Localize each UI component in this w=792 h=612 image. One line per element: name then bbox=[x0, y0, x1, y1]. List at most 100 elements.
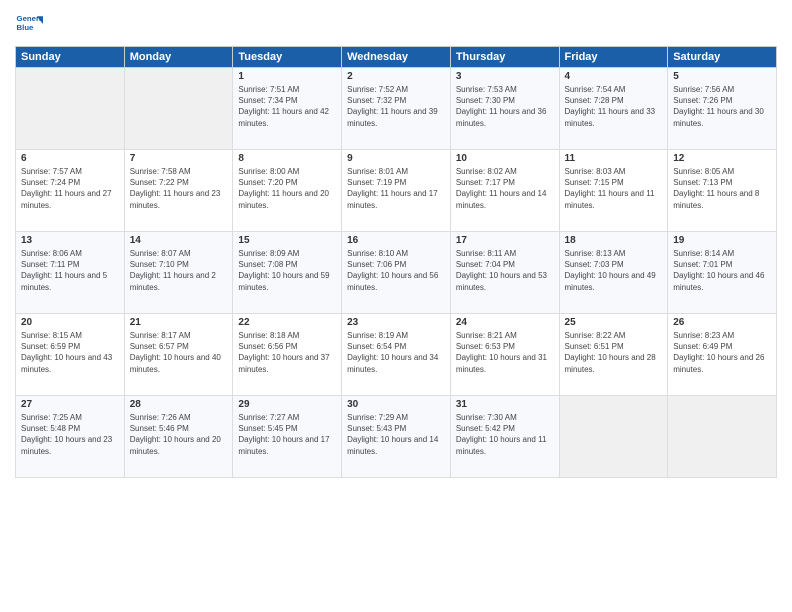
calendar-cell: 2 Sunrise: 7:52 AMSunset: 7:32 PMDaylight… bbox=[342, 68, 451, 150]
calendar-table: Sunday Monday Tuesday Wednesday Thursday… bbox=[15, 46, 777, 478]
calendar-cell: 29Sunrise: 7:27 AMSunset: 5:45 PMDayligh… bbox=[233, 396, 342, 478]
day-number: 14 bbox=[130, 235, 228, 246]
calendar-cell: 4 Sunrise: 7:54 AMSunset: 7:28 PMDaylight… bbox=[559, 68, 668, 150]
day-info: Sunrise: 7:26 AMSunset: 5:46 PMDaylight:… bbox=[130, 412, 228, 457]
day-number: 24 bbox=[456, 317, 554, 328]
day-info: Sunrise: 7:54 AMSunset: 7:28 PMDaylight:… bbox=[565, 84, 663, 129]
calendar-cell: 16 Sunrise: 8:10 AMSunset: 7:06 PMDayligh… bbox=[342, 232, 451, 314]
day-number: 1 bbox=[238, 71, 336, 82]
day-number: 27 bbox=[21, 399, 119, 410]
header-friday: Friday bbox=[559, 47, 668, 68]
day-info: Sunrise: 7:58 AMSunset: 7:22 PMDaylight:… bbox=[130, 166, 228, 211]
day-number: 6 bbox=[21, 153, 119, 164]
day-number: 7 bbox=[130, 153, 228, 164]
calendar-cell: 31 Sunrise: 7:30 AMSunset: 5:42 PMDayligh… bbox=[450, 396, 559, 478]
header-row: Sunday Monday Tuesday Wednesday Thursday… bbox=[16, 47, 777, 68]
calendar-cell: 14 Sunrise: 8:07 AMSunset: 7:10 PMDayligh… bbox=[124, 232, 233, 314]
day-info: Sunrise: 8:14 AMSunset: 7:01 PMDaylight:… bbox=[673, 248, 771, 293]
day-number: 31 bbox=[456, 399, 554, 410]
calendar-cell: 25 Sunrise: 8:22 AMSunset: 6:51 PMDayligh… bbox=[559, 314, 668, 396]
header-tuesday: Tuesday bbox=[233, 47, 342, 68]
day-number: 25 bbox=[565, 317, 663, 328]
calendar-cell: 13Sunrise: 8:06 AMSunset: 7:11 PMDayligh… bbox=[16, 232, 125, 314]
day-number: 16 bbox=[347, 235, 445, 246]
day-info: Sunrise: 8:15 AMSunset: 6:59 PMDaylight:… bbox=[21, 330, 119, 375]
day-number: 17 bbox=[456, 235, 554, 246]
day-number: 10 bbox=[456, 153, 554, 164]
day-number: 26 bbox=[673, 317, 771, 328]
header-monday: Monday bbox=[124, 47, 233, 68]
calendar-cell: 18 Sunrise: 8:13 AMSunset: 7:03 PMDayligh… bbox=[559, 232, 668, 314]
calendar-cell bbox=[16, 68, 125, 150]
day-info: Sunrise: 8:11 AMSunset: 7:04 PMDaylight:… bbox=[456, 248, 554, 293]
header-wednesday: Wednesday bbox=[342, 47, 451, 68]
day-info: Sunrise: 8:17 AMSunset: 6:57 PMDaylight:… bbox=[130, 330, 228, 375]
header: General Blue bbox=[15, 10, 777, 38]
day-info: Sunrise: 8:23 AMSunset: 6:49 PMDaylight:… bbox=[673, 330, 771, 375]
day-info: Sunrise: 8:02 AMSunset: 7:17 PMDaylight:… bbox=[456, 166, 554, 211]
calendar-cell: 17 Sunrise: 8:11 AMSunset: 7:04 PMDayligh… bbox=[450, 232, 559, 314]
calendar-cell: 10 Sunrise: 8:02 AMSunset: 7:17 PMDayligh… bbox=[450, 150, 559, 232]
day-info: Sunrise: 8:18 AMSunset: 6:56 PMDaylight:… bbox=[238, 330, 336, 375]
day-number: 3 bbox=[456, 71, 554, 82]
day-info: Sunrise: 7:25 AMSunset: 5:48 PMDaylight:… bbox=[21, 412, 119, 457]
calendar-cell: 9 Sunrise: 8:01 AMSunset: 7:19 PMDaylight… bbox=[342, 150, 451, 232]
day-number: 12 bbox=[673, 153, 771, 164]
day-number: 13 bbox=[21, 235, 119, 246]
calendar-week-3: 20 Sunrise: 8:15 AMSunset: 6:59 PMDayligh… bbox=[16, 314, 777, 396]
day-info: Sunrise: 7:51 AMSunset: 7:34 PMDaylight:… bbox=[238, 84, 336, 129]
day-info: Sunrise: 8:05 AMSunset: 7:13 PMDaylight:… bbox=[673, 166, 771, 211]
calendar-cell: 11 Sunrise: 8:03 AMSunset: 7:15 PMDayligh… bbox=[559, 150, 668, 232]
calendar-cell bbox=[668, 396, 777, 478]
day-info: Sunrise: 8:00 AMSunset: 7:20 PMDaylight:… bbox=[238, 166, 336, 211]
calendar-cell: 20 Sunrise: 8:15 AMSunset: 6:59 PMDayligh… bbox=[16, 314, 125, 396]
day-info: Sunrise: 7:27 AMSunset: 5:45 PMDaylight:… bbox=[238, 412, 336, 457]
day-info: Sunrise: 7:56 AMSunset: 7:26 PMDaylight:… bbox=[673, 84, 771, 129]
day-number: 9 bbox=[347, 153, 445, 164]
calendar-cell: 22 Sunrise: 8:18 AMSunset: 6:56 PMDayligh… bbox=[233, 314, 342, 396]
day-info: Sunrise: 7:29 AMSunset: 5:43 PMDaylight:… bbox=[347, 412, 445, 457]
day-info: Sunrise: 7:30 AMSunset: 5:42 PMDaylight:… bbox=[456, 412, 554, 457]
calendar-cell: 19 Sunrise: 8:14 AMSunset: 7:01 PMDayligh… bbox=[668, 232, 777, 314]
day-number: 18 bbox=[565, 235, 663, 246]
day-info: Sunrise: 7:57 AMSunset: 7:24 PMDaylight:… bbox=[21, 166, 119, 211]
calendar-week-0: 1 Sunrise: 7:51 AMSunset: 7:34 PMDaylight… bbox=[16, 68, 777, 150]
calendar-cell: 7 Sunrise: 7:58 AMSunset: 7:22 PMDaylight… bbox=[124, 150, 233, 232]
calendar-cell bbox=[559, 396, 668, 478]
calendar-cell: 27 Sunrise: 7:25 AMSunset: 5:48 PMDayligh… bbox=[16, 396, 125, 478]
day-number: 22 bbox=[238, 317, 336, 328]
calendar-cell: 24Sunrise: 8:21 AMSunset: 6:53 PMDayligh… bbox=[450, 314, 559, 396]
calendar-cell: 5 Sunrise: 7:56 AMSunset: 7:26 PMDaylight… bbox=[668, 68, 777, 150]
calendar-cell: 3Sunrise: 7:53 AMSunset: 7:30 PMDaylight… bbox=[450, 68, 559, 150]
day-info: Sunrise: 7:52 AMSunset: 7:32 PMDaylight:… bbox=[347, 84, 445, 129]
day-number: 5 bbox=[673, 71, 771, 82]
day-info: Sunrise: 8:19 AMSunset: 6:54 PMDaylight:… bbox=[347, 330, 445, 375]
day-info: Sunrise: 8:13 AMSunset: 7:03 PMDaylight:… bbox=[565, 248, 663, 293]
day-info: Sunrise: 8:03 AMSunset: 7:15 PMDaylight:… bbox=[565, 166, 663, 211]
logo-icon: General Blue bbox=[15, 10, 43, 38]
calendar-cell bbox=[124, 68, 233, 150]
day-number: 2 bbox=[347, 71, 445, 82]
day-number: 28 bbox=[130, 399, 228, 410]
calendar-cell: 21Sunrise: 8:17 AMSunset: 6:57 PMDayligh… bbox=[124, 314, 233, 396]
day-number: 11 bbox=[565, 153, 663, 164]
header-saturday: Saturday bbox=[668, 47, 777, 68]
day-number: 4 bbox=[565, 71, 663, 82]
day-info: Sunrise: 8:09 AMSunset: 7:08 PMDaylight:… bbox=[238, 248, 336, 293]
day-number: 20 bbox=[21, 317, 119, 328]
day-number: 8 bbox=[238, 153, 336, 164]
logo: General Blue bbox=[15, 10, 47, 38]
calendar-cell: 15 Sunrise: 8:09 AMSunset: 7:08 PMDayligh… bbox=[233, 232, 342, 314]
day-info: Sunrise: 8:22 AMSunset: 6:51 PMDaylight:… bbox=[565, 330, 663, 375]
calendar-cell: 28 Sunrise: 7:26 AMSunset: 5:46 PMDayligh… bbox=[124, 396, 233, 478]
calendar-cell: 26 Sunrise: 8:23 AMSunset: 6:49 PMDayligh… bbox=[668, 314, 777, 396]
day-info: Sunrise: 8:10 AMSunset: 7:06 PMDaylight:… bbox=[347, 248, 445, 293]
day-info: Sunrise: 8:07 AMSunset: 7:10 PMDaylight:… bbox=[130, 248, 228, 293]
day-number: 30 bbox=[347, 399, 445, 410]
svg-text:Blue: Blue bbox=[17, 23, 35, 32]
calendar-cell: 1 Sunrise: 7:51 AMSunset: 7:34 PMDaylight… bbox=[233, 68, 342, 150]
day-number: 19 bbox=[673, 235, 771, 246]
calendar-week-1: 6 Sunrise: 7:57 AMSunset: 7:24 PMDaylight… bbox=[16, 150, 777, 232]
day-number: 15 bbox=[238, 235, 336, 246]
day-info: Sunrise: 8:01 AMSunset: 7:19 PMDaylight:… bbox=[347, 166, 445, 211]
